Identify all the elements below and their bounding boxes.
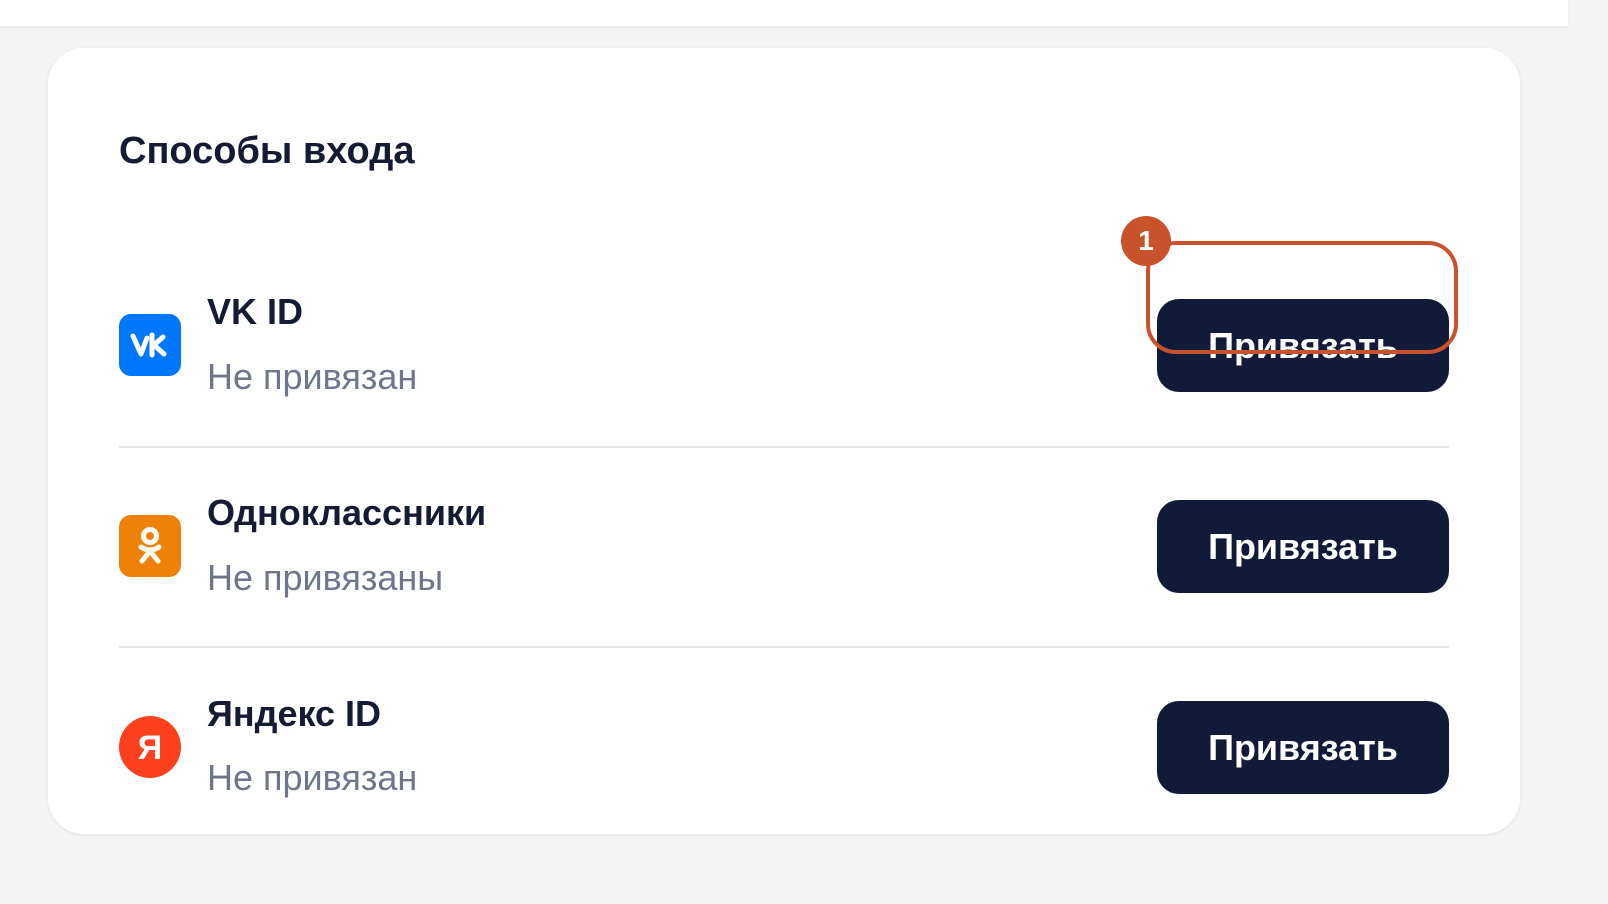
yandex-logo-letter: Я	[137, 729, 163, 767]
provider-name: Одноклассники	[207, 492, 487, 533]
bind-yandex-button[interactable]: Привязать	[1157, 701, 1449, 794]
provider-row-vk: VK ID Не привязан Привязать	[119, 248, 1449, 448]
provider-name: VK ID	[207, 291, 304, 332]
provider-status: Не привязаны	[207, 557, 444, 598]
login-methods-card: Способы входа VK ID Не привязан Привязат…	[48, 48, 1520, 834]
provider-row-odnoklassniki: Одноклассники Не привязаны Привязать	[119, 448, 1449, 648]
bind-odnoklassniki-button[interactable]: Привязать	[1157, 500, 1449, 593]
yandex-icon: Я	[119, 716, 181, 778]
provider-name: Яндекс ID	[207, 693, 382, 734]
provider-status: Не привязан	[207, 356, 418, 397]
bind-vk-button[interactable]: Привязать	[1157, 299, 1449, 392]
vk-icon	[119, 314, 181, 376]
odnoklassniki-icon	[119, 515, 181, 577]
section-title: Способы входа	[119, 130, 415, 172]
provider-row-yandex: Я Яндекс ID Не привязан Привязать	[119, 648, 1449, 848]
provider-status: Не привязан	[207, 757, 418, 798]
top-bar	[0, 0, 1568, 26]
